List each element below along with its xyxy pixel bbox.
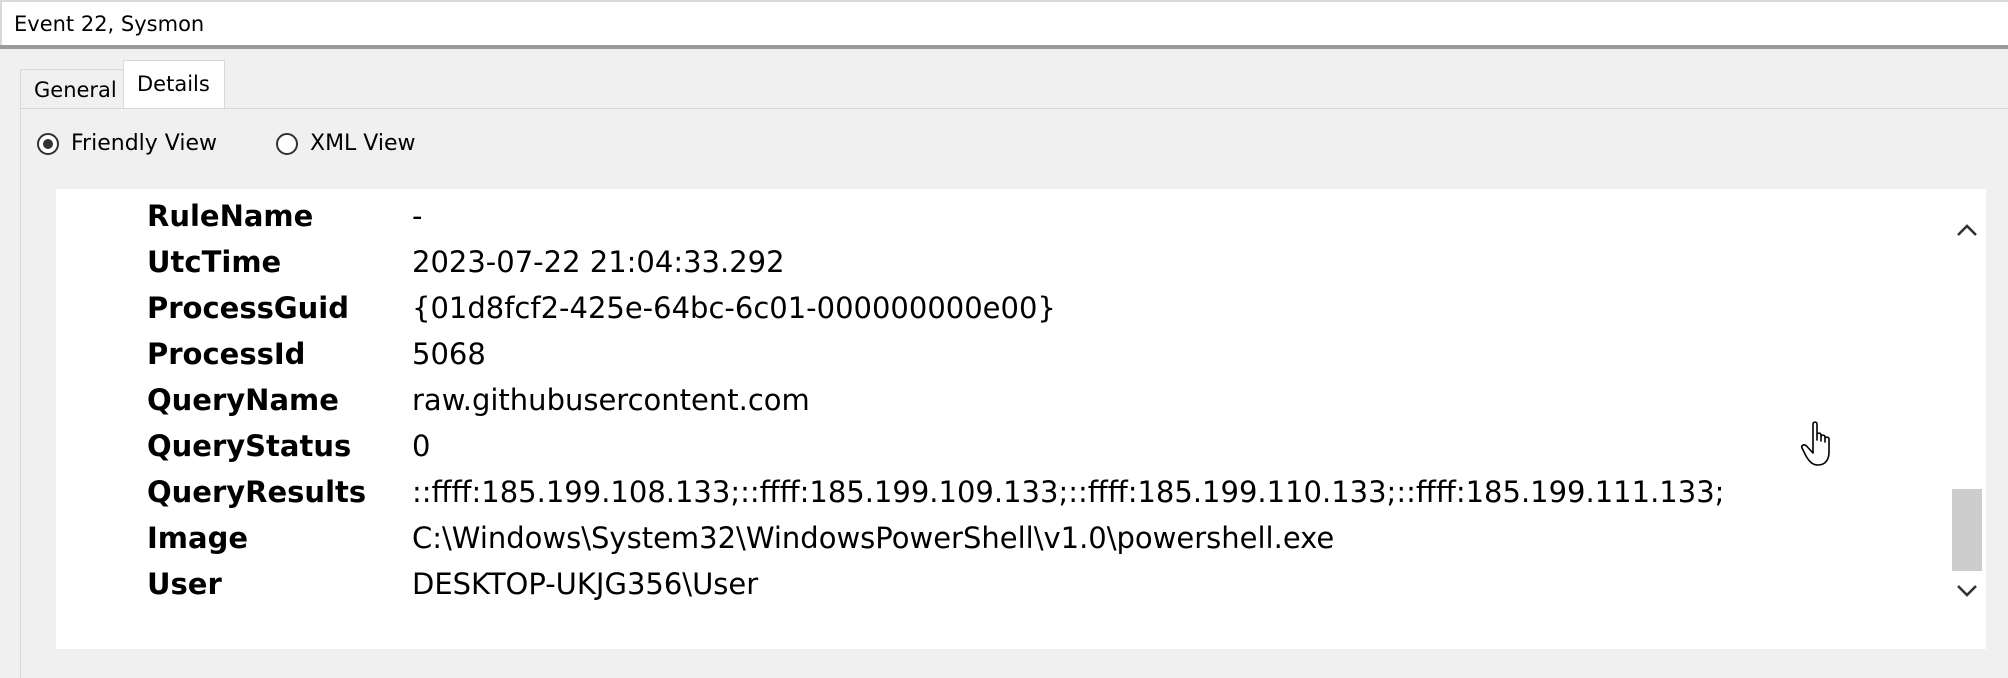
details-panel: Friendly View XML View RuleName - UtcTim… <box>20 108 2008 678</box>
event-field-row: QueryResults ::ffff:185.199.108.133;::ff… <box>56 465 1936 511</box>
radio-unselected-icon <box>276 132 298 155</box>
field-name: QueryName <box>147 383 339 417</box>
event-data-view[interactable]: RuleName - UtcTime 2023-07-22 21:04:33.2… <box>56 189 1986 649</box>
xml-view-radio[interactable]: XML View <box>276 131 416 156</box>
field-value: raw.githubusercontent.com <box>412 383 810 417</box>
field-value: ::ffff:185.199.108.133;::ffff:185.199.10… <box>412 475 1725 509</box>
friendly-view-radio[interactable]: Friendly View <box>37 131 217 156</box>
window-title-bar: Event 22, Sysmon <box>0 0 2008 46</box>
field-value: 5068 <box>412 337 486 371</box>
event-field-row: ProcessId 5068 <box>56 327 1936 373</box>
event-field-row: User DESKTOP-UKJG356\User <box>56 557 1936 603</box>
field-name: QueryStatus <box>147 429 352 463</box>
field-name: User <box>147 567 222 601</box>
tab-general[interactable]: General <box>20 69 124 109</box>
field-value: 0 <box>412 429 431 463</box>
field-name: ProcessId <box>147 337 306 371</box>
field-name: ProcessGuid <box>147 291 350 325</box>
friendly-view-label: Friendly View <box>71 131 217 156</box>
event-field-row: QueryName raw.githubusercontent.com <box>56 373 1936 419</box>
event-field-row: QueryStatus 0 <box>56 419 1936 465</box>
field-name: QueryResults <box>147 475 367 509</box>
field-value: - <box>412 199 423 233</box>
event-field-row: Image C:\Windows\System32\WindowsPowerSh… <box>56 511 1936 557</box>
event-field-row: RuleName - <box>56 189 1936 235</box>
field-name: RuleName <box>147 199 314 233</box>
hand-pointer-icon <box>1800 418 1840 470</box>
xml-view-label: XML View <box>310 131 416 156</box>
field-value: C:\Windows\System32\WindowsPowerShell\v1… <box>412 521 1335 555</box>
tab-strip: General Details <box>0 49 2008 110</box>
vertical-scrollbar[interactable] <box>1948 189 1986 649</box>
field-name: UtcTime <box>147 245 282 279</box>
radio-selected-icon <box>37 132 59 155</box>
tab-details[interactable]: Details <box>123 60 225 110</box>
field-value: 2023-07-22 21:04:33.292 <box>412 245 785 279</box>
chevron-up-icon[interactable] <box>1952 215 1982 245</box>
event-field-row: ProcessGuid {01d8fcf2-425e-64bc-6c01-000… <box>56 281 1936 327</box>
chevron-down-icon[interactable] <box>1952 576 1982 606</box>
scrollbar-thumb[interactable] <box>1952 489 1982 571</box>
event-field-row: UtcTime 2023-07-22 21:04:33.292 <box>56 235 1936 281</box>
field-value: {01d8fcf2-425e-64bc-6c01-000000000e00} <box>412 291 1056 325</box>
field-name: Image <box>147 521 249 555</box>
window-title: Event 22, Sysmon <box>14 12 205 36</box>
field-value: DESKTOP-UKJG356\User <box>412 567 759 601</box>
